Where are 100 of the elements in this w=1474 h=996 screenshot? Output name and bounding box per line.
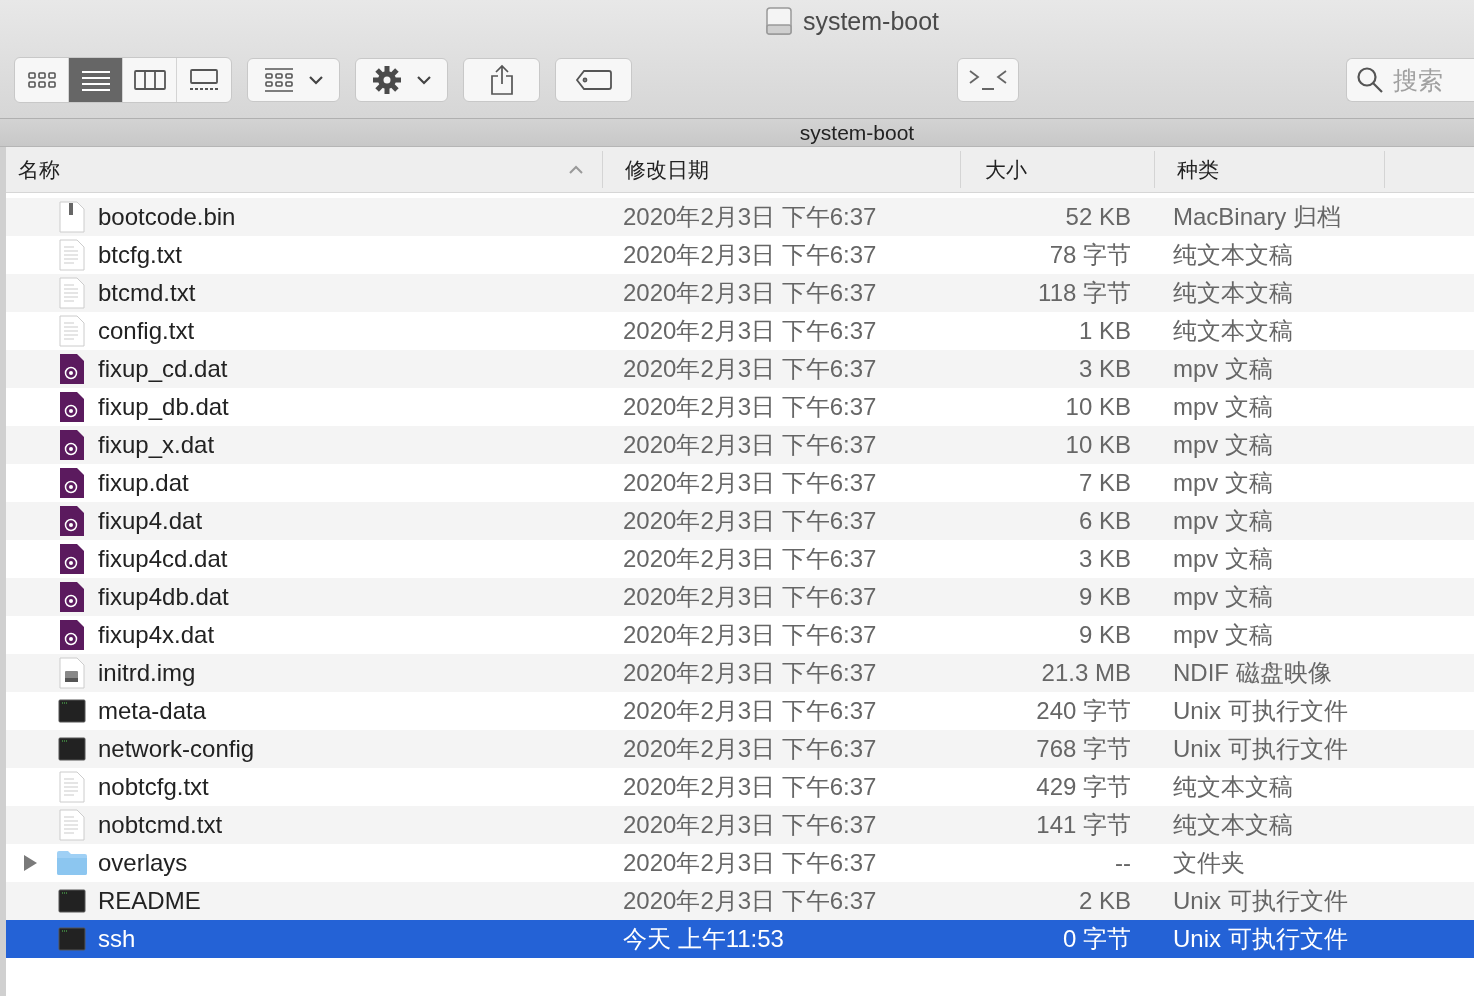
- modified-date: 2020年2月3日 下午6:37: [623, 658, 877, 688]
- file-row[interactable]: btcmd.txt 2020年2月3日 下午6:37 118 字节 纯文本文稿: [6, 274, 1474, 312]
- file-kind: mpv 文稿: [1173, 582, 1273, 612]
- search-field[interactable]: 搜索: [1346, 58, 1474, 102]
- modified-date: 2020年2月3日 下午6:37: [623, 316, 877, 346]
- file-row[interactable]: fixup_db.dat 2020年2月3日 下午6:37 10 KB mpv 文稿: [6, 388, 1474, 426]
- file-kind: 纯文本文稿: [1173, 240, 1293, 270]
- file-name: fixup_cd.dat: [98, 355, 228, 383]
- tag-button[interactable]: [555, 58, 632, 102]
- file-size: 9 KB: [1078, 621, 1131, 649]
- file-row[interactable]: meta-data 2020年2月3日 下午6:37 240 字节 Unix 可执行文件: [6, 692, 1474, 730]
- file-size: 141 字节: [1036, 810, 1131, 840]
- file-row[interactable]: fixup_cd.dat 2020年2月3日 下午6:37 3 KB mpv 文稿: [6, 350, 1474, 388]
- terminal-file-icon: [58, 737, 86, 761]
- modified-date: 2020年2月3日 下午6:37: [623, 620, 877, 650]
- file-row[interactable]: fixup.dat 2020年2月3日 下午6:37 7 KB mpv 文稿: [6, 464, 1474, 502]
- file-row[interactable]: overlays 2020年2月3日 下午6:37 -- 文件夹: [6, 844, 1474, 882]
- file-kind: mpv 文稿: [1173, 544, 1273, 574]
- file-size: 7 KB: [1078, 469, 1131, 497]
- media-file-icon: [59, 391, 85, 423]
- modified-date: 2020年2月3日 下午6:37: [623, 468, 877, 498]
- file-size: 3 KB: [1078, 355, 1131, 383]
- modified-date: 2020年2月3日 下午6:37: [623, 772, 877, 802]
- file-size: 52 KB: [1065, 203, 1131, 231]
- view-mode-button[interactable]: [69, 58, 123, 102]
- file-row[interactable]: README 2020年2月3日 下午6:37 2 KB Unix 可执行文件: [6, 882, 1474, 920]
- column-header[interactable]: 大小: [961, 151, 1155, 188]
- file-size: 2 KB: [1078, 887, 1131, 915]
- media-file-icon: [59, 543, 85, 575]
- file-name: btcmd.txt: [98, 279, 196, 307]
- column-header[interactable]: 种类: [1155, 151, 1385, 188]
- file-size: 10 KB: [1065, 393, 1131, 421]
- columns-icon: [133, 69, 166, 91]
- file-kind: Unix 可执行文件: [1173, 696, 1348, 726]
- folder-icon: [56, 850, 88, 876]
- file-size: --: [1115, 849, 1131, 877]
- file-name: overlays: [98, 849, 188, 877]
- file-row[interactable]: nobtcmd.txt 2020年2月3日 下午6:37 141 字节 纯文本文稿: [6, 806, 1474, 844]
- file-kind: mpv 文稿: [1173, 392, 1273, 422]
- modified-date: 2020年2月3日 下午6:37: [623, 848, 877, 878]
- file-row[interactable]: config.txt 2020年2月3日 下午6:37 1 KB 纯文本文稿: [6, 312, 1474, 350]
- file-kind: 纯文本文稿: [1173, 810, 1293, 840]
- file-row[interactable]: fixup4cd.dat 2020年2月3日 下午6:37 3 KB mpv 文稿: [6, 540, 1474, 578]
- file-name: fixup4x.dat: [98, 621, 215, 649]
- file-row[interactable]: fixup_x.dat 2020年2月3日 下午6:37 10 KB mpv 文稿: [6, 426, 1474, 464]
- grid-icon: [263, 67, 294, 93]
- file-size: 1 KB: [1078, 317, 1131, 345]
- file-row[interactable]: ssh 今天 上午11:53 0 字节 Unix 可执行文件: [6, 920, 1474, 958]
- terminal-icon: [968, 68, 1008, 92]
- terminal-file-icon: [58, 699, 86, 723]
- file-name: fixup_x.dat: [98, 431, 215, 459]
- file-name: fixup4db.dat: [98, 583, 229, 611]
- file-kind: 文件夹: [1173, 848, 1245, 878]
- disclosure-triangle-icon[interactable]: [22, 854, 38, 872]
- file-size: 6 KB: [1078, 507, 1131, 535]
- settings-icon: [371, 65, 402, 95]
- file-kind: 纯文本文稿: [1173, 278, 1293, 308]
- file-kind: Unix 可执行文件: [1173, 886, 1348, 916]
- file-row[interactable]: fixup4db.dat 2020年2月3日 下午6:37 9 KB mpv 文稿: [6, 578, 1474, 616]
- file-size: 78 字节: [1049, 240, 1131, 270]
- file-size: 118 字节: [1038, 278, 1131, 308]
- file-name: fixup4.dat: [98, 507, 203, 535]
- media-file-icon: [59, 581, 85, 613]
- grid-icon: [26, 69, 57, 91]
- modified-date: 2020年2月3日 下午6:37: [623, 544, 877, 574]
- tag-icon: [574, 69, 613, 91]
- modified-date: 2020年2月3日 下午6:37: [623, 696, 877, 726]
- action-button[interactable]: [355, 58, 448, 102]
- file-kind: 纯文本文稿: [1173, 772, 1293, 802]
- file-row[interactable]: fixup4.dat 2020年2月3日 下午6:37 6 KB mpv 文稿: [6, 502, 1474, 540]
- file-kind: mpv 文稿: [1173, 430, 1273, 460]
- file-row[interactable]: btcfg.txt 2020年2月3日 下午6:37 78 字节 纯文本文稿: [6, 236, 1474, 274]
- group-button[interactable]: [247, 58, 340, 102]
- file-row[interactable]: bootcode.bin 2020年2月3日 下午6:37 52 KB MacBinary 归档: [6, 198, 1474, 236]
- modified-date: 2020年2月3日 下午6:37: [623, 430, 877, 460]
- media-file-icon: [59, 619, 85, 651]
- file-row[interactable]: nobtcfg.txt 2020年2月3日 下午6:37 429 字节 纯文本文稿: [6, 768, 1474, 806]
- modified-date: 2020年2月3日 下午6:37: [623, 582, 877, 612]
- file-size: 9 KB: [1078, 583, 1131, 611]
- column-header[interactable]: 修改日期: [603, 151, 961, 188]
- gallery-icon: [189, 69, 219, 91]
- text-file-icon: [59, 315, 85, 347]
- column-header[interactable]: 名称: [6, 151, 603, 188]
- share-button[interactable]: [463, 58, 540, 102]
- terminal-file-icon: [58, 927, 86, 951]
- file-size: 0 字节: [1063, 924, 1131, 954]
- file-size: 3 KB: [1078, 545, 1131, 573]
- file-row[interactable]: network-config 2020年2月3日 下午6:37 768 字节 Unix 可执行文件: [6, 730, 1474, 768]
- file-row[interactable]: fixup4x.dat 2020年2月3日 下午6:37 9 KB mpv 文稿: [6, 616, 1474, 654]
- file-size: 240 字节: [1036, 696, 1131, 726]
- text-file-icon: [59, 277, 85, 309]
- file-size: 429 字节: [1036, 772, 1131, 802]
- media-file-icon: [59, 467, 85, 499]
- share-icon: [489, 64, 514, 96]
- terminal-button[interactable]: [957, 58, 1019, 102]
- file-row[interactable]: initrd.img 2020年2月3日 下午6:37 21.3 MB NDIF 磁盘映像: [6, 654, 1474, 692]
- file-name: nobtcfg.txt: [98, 773, 209, 801]
- modified-date: 2020年2月3日 下午6:37: [623, 240, 877, 270]
- file-name: bootcode.bin: [98, 203, 236, 231]
- file-size: 10 KB: [1065, 431, 1131, 459]
